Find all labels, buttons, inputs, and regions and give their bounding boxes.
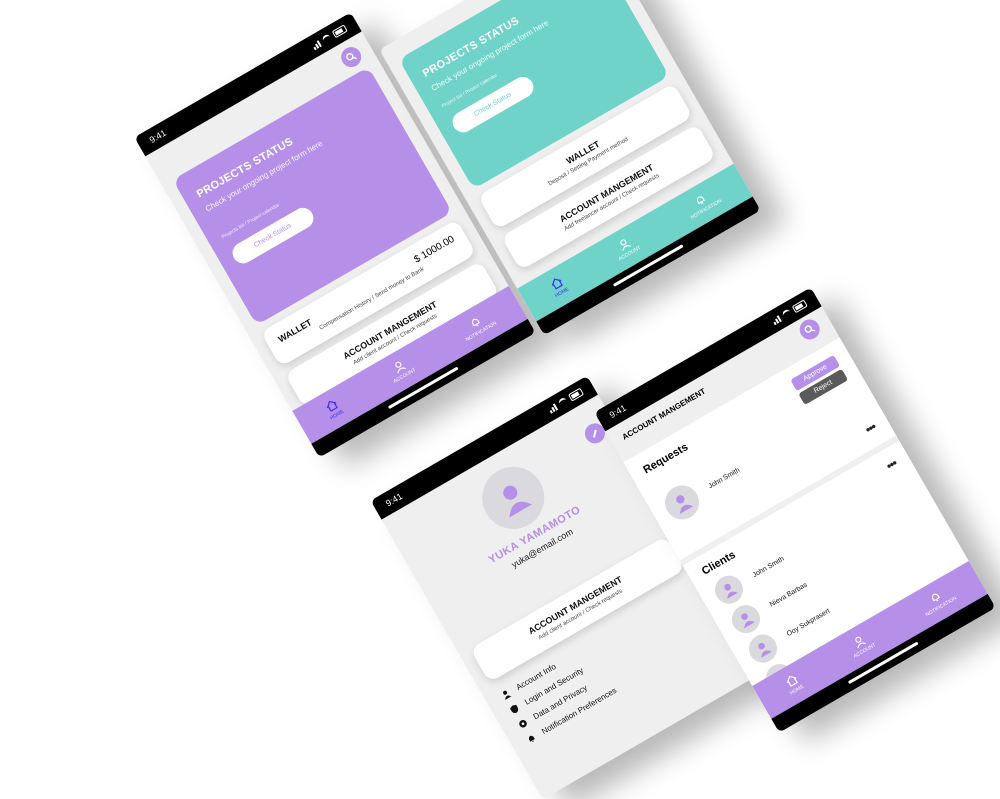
user-icon: [741, 613, 755, 629]
status-time: 9:41: [607, 402, 628, 421]
wifi-icon: [557, 396, 569, 408]
tab-account[interactable]: ACCOUNT: [846, 630, 877, 660]
tab-account[interactable]: ACCOUNT: [386, 355, 417, 385]
tab-home[interactable]: HOME: [322, 397, 345, 421]
check-status-button[interactable]: Check Status: [448, 73, 537, 137]
wifi-icon: [781, 308, 793, 320]
status-time: 9:41: [147, 127, 168, 146]
user-icon: [724, 583, 738, 599]
client-name: John Smith: [751, 555, 786, 579]
search-button[interactable]: [337, 43, 365, 71]
wifi-icon: [321, 33, 333, 45]
bell-icon: [528, 735, 535, 742]
battery-icon: [331, 24, 348, 39]
more-icon[interactable]: •••: [884, 456, 899, 473]
signal-icon: [771, 314, 782, 325]
client-name: Nieva Barbas: [768, 581, 809, 609]
privacy-icon: [519, 719, 527, 728]
user-icon: [676, 495, 694, 514]
requests-title: Requests: [641, 441, 691, 477]
avatar: [709, 570, 749, 609]
battery-icon: [567, 387, 585, 402]
tab-notification[interactable]: NOTIFICATION: [458, 308, 498, 343]
status-time: 9:41: [383, 491, 405, 509]
avatar: [726, 599, 766, 639]
battery-icon: [791, 299, 808, 314]
signal-icon: [547, 403, 558, 414]
pencil-icon: [592, 429, 597, 438]
tab-notification[interactable]: NOTIFICATION: [683, 186, 723, 221]
client-name: Ooy Sukprasert: [785, 607, 832, 638]
user-icon: [503, 690, 512, 701]
signal-icon: [311, 39, 322, 50]
shield-icon: [510, 704, 519, 713]
tab-home[interactable]: HOME: [547, 274, 570, 299]
user-icon: [503, 485, 533, 518]
user-icon: [758, 642, 772, 658]
request-name: John Smith: [707, 466, 742, 490]
avatar: [743, 629, 783, 668]
check-status-button[interactable]: Check Status: [228, 204, 317, 268]
tab-account[interactable]: ACCOUNT: [611, 233, 642, 262]
tab-home[interactable]: HOME: [782, 672, 805, 696]
search-icon: [346, 52, 357, 61]
search-button[interactable]: [796, 315, 824, 344]
tab-notification[interactable]: NOTIFICATION: [918, 583, 958, 618]
search-icon: [804, 325, 816, 333]
